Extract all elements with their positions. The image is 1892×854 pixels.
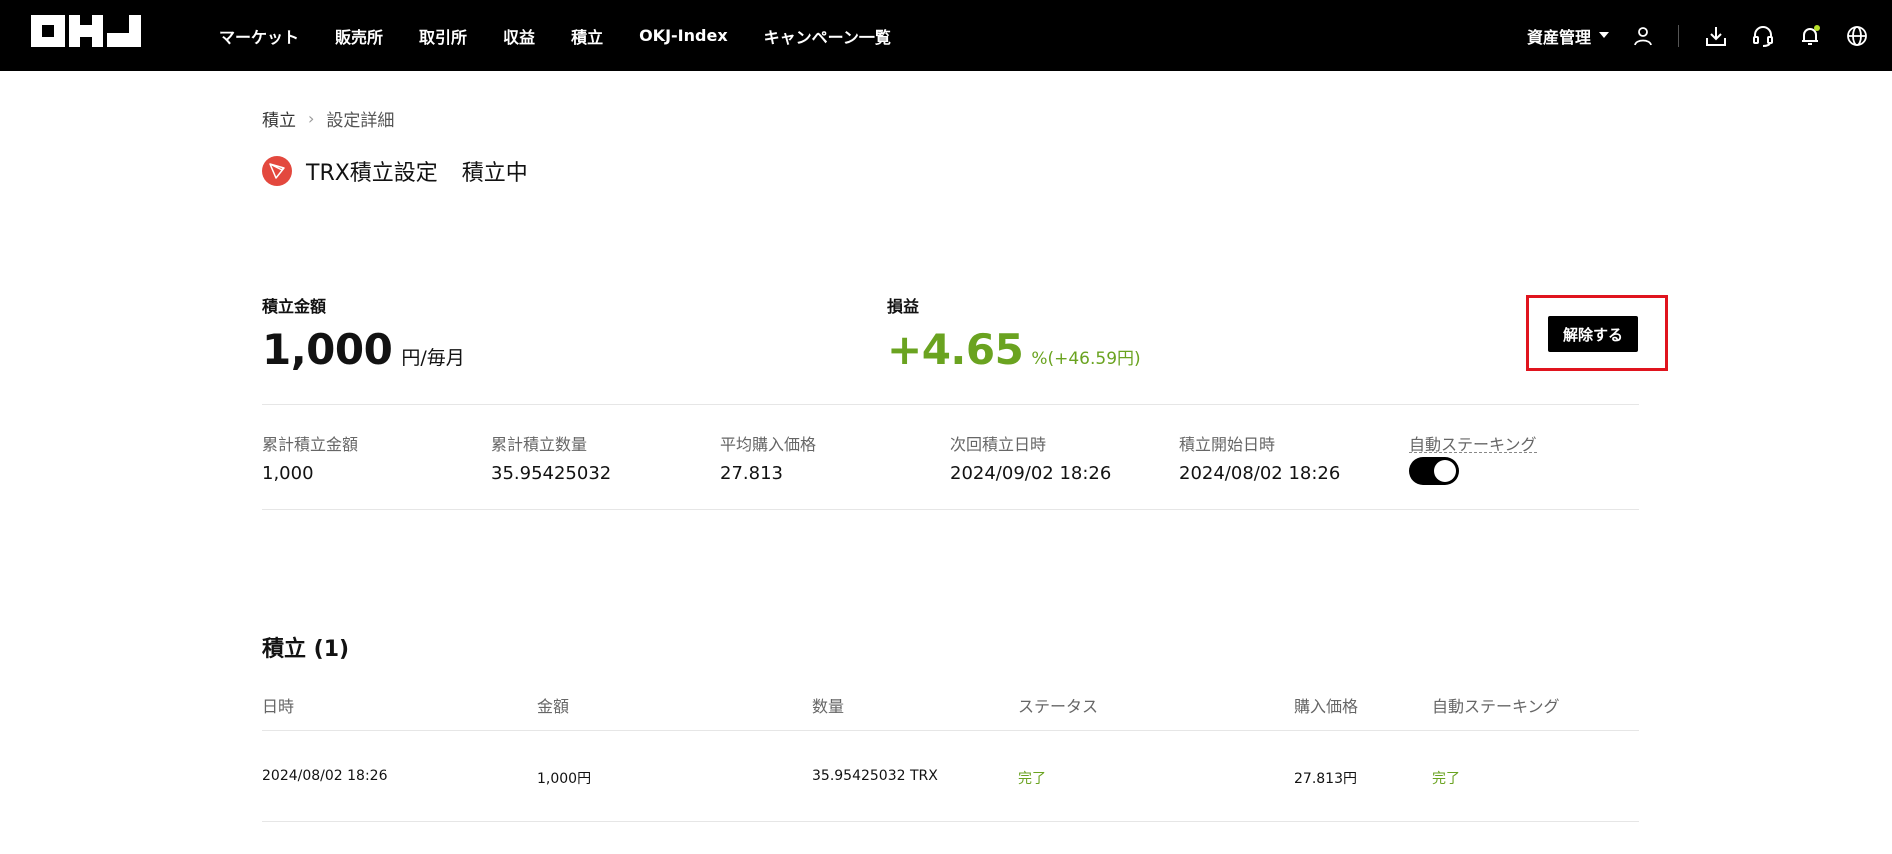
column-header-price: 購入価格 [1294, 697, 1359, 716]
trx-coin-icon [262, 156, 292, 186]
asset-management-menu[interactable]: 資産管理 [1527, 24, 1609, 48]
globe-icon[interactable] [1845, 24, 1869, 48]
divider [262, 404, 1639, 405]
download-icon[interactable] [1704, 24, 1728, 48]
pnl-value: +4.65 [887, 325, 1024, 374]
stat-value: 2024/09/02 18:26 [950, 463, 1112, 484]
header-tools: 資産管理 [1527, 0, 1892, 71]
column-header-status: ステータス [1018, 697, 1099, 716]
cell-price: 27.813円 [1294, 771, 1357, 787]
amount-label: 積立金額 [262, 297, 327, 316]
cell-quantity: 35.95425032 TRX [812, 768, 938, 784]
stat-next-date: 次回積立日時 2024/09/02 18:26 [950, 431, 1111, 484]
profit-loss: +4.65 %(+46.59円) [887, 325, 1141, 374]
column-header-date: 日時 [262, 697, 295, 716]
stat-label: 平均購入価格 [720, 435, 817, 454]
user-icon[interactable] [1631, 24, 1655, 48]
page-title: TRX積立設定 [306, 161, 438, 186]
stat-auto-staking: 自動ステーキング [1409, 431, 1537, 454]
nav-item-sales[interactable]: 販売所 [335, 24, 383, 48]
cell-status: 完了 [1018, 771, 1046, 787]
okj-logo[interactable] [31, 15, 141, 47]
column-header-auto-staking: 自動ステーキング [1432, 697, 1560, 716]
auto-staking-toggle[interactable] [1409, 457, 1459, 485]
column-header-quantity: 数量 [812, 697, 845, 716]
stat-value: 35.95425032 [491, 463, 612, 484]
pnl-detail: %(+46.59円) [1031, 349, 1141, 369]
nav-item-exchange[interactable]: 取引所 [419, 24, 467, 48]
cell-date: 2024/08/02 18:26 [262, 768, 388, 784]
stat-label: 累計積立数量 [491, 435, 588, 454]
nav-item-market[interactable]: マーケット [219, 24, 299, 48]
stat-value: 1,000 [262, 463, 314, 484]
caret-down-icon [1599, 32, 1609, 38]
table-divider [262, 821, 1639, 822]
nav-item-okj-index[interactable]: OKJ-Index [639, 26, 728, 45]
stat-label: 次回積立日時 [950, 435, 1047, 454]
stat-total-amount: 累計積立金額 1,000 [262, 431, 358, 484]
recurring-amount: 1,000 円/毎月 [262, 325, 465, 374]
stat-label: 累計積立金額 [262, 435, 359, 454]
table-divider [262, 730, 1639, 731]
cell-auto-staking: 完了 [1432, 771, 1460, 787]
stat-start-date: 積立開始日時 2024/08/02 18:26 [1179, 431, 1340, 484]
toggle-knob [1434, 460, 1456, 482]
asset-management-label: 資産管理 [1526, 27, 1591, 47]
stat-label: 積立開始日時 [1179, 435, 1276, 454]
page-header: TRX積立設定 積立中 [262, 155, 528, 187]
amount-unit: 円/毎月 [401, 347, 465, 369]
main-nav: マーケット 販売所 取引所 収益 積立 OKJ-Index キャンペーン一覧 [219, 0, 927, 71]
breadcrumb-parent[interactable]: 積立 [262, 106, 296, 131]
cancel-plan-button[interactable]: 解除する [1548, 316, 1638, 352]
pnl-label: 損益 [887, 297, 920, 316]
stat-value: 27.813 [720, 463, 783, 484]
breadcrumb-current: 設定詳細 [326, 111, 395, 131]
nav-item-recurring[interactable]: 積立 [571, 24, 603, 48]
breadcrumb: 積立 › 設定詳細 [262, 106, 394, 131]
divider [262, 509, 1639, 510]
headset-icon[interactable] [1751, 24, 1775, 48]
history-title: 積立 (1) [262, 637, 350, 662]
stat-total-quantity: 累計積立数量 35.95425032 [491, 431, 611, 484]
amount-value: 1,000 [262, 325, 393, 374]
top-navigation-bar: マーケット 販売所 取引所 収益 積立 OKJ-Index キャンペーン一覧 資… [0, 0, 1892, 71]
auto-staking-label[interactable]: 自動ステーキング [1409, 431, 1537, 454]
chevron-right-icon: › [308, 109, 315, 128]
plan-status: 積立中 [461, 161, 528, 186]
stat-average-price: 平均購入価格 27.813 [720, 431, 816, 484]
nav-item-campaigns[interactable]: キャンペーン一覧 [764, 24, 891, 48]
column-header-amount: 金額 [537, 697, 570, 716]
bell-icon[interactable] [1798, 24, 1822, 48]
cell-amount: 1,000円 [537, 771, 592, 787]
nav-item-earn[interactable]: 収益 [503, 24, 535, 48]
stat-value: 2024/08/02 18:26 [1179, 463, 1341, 484]
header-divider [1678, 24, 1679, 47]
